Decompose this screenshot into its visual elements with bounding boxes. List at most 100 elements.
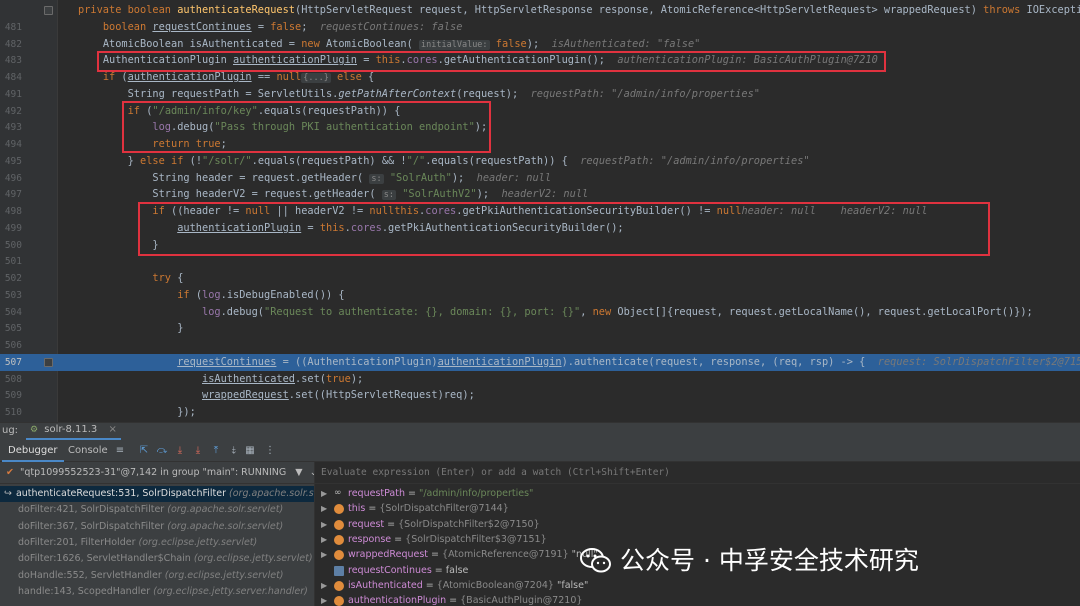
- code-line[interactable]: 509 wrappedRequest.set((HttpServletReque…: [0, 387, 1080, 404]
- code-token: authenticationPlugin: [233, 54, 357, 67]
- step-into-icon[interactable]: ⤓: [174, 445, 186, 457]
- line-number[interactable]: 504: [0, 304, 22, 321]
- step-out-icon[interactable]: ⤒: [210, 445, 222, 457]
- code-line[interactable]: 483 AuthenticationPlugin authenticationP…: [0, 52, 1080, 69]
- code-line[interactable]: 491 String requestPath = ServletUtils.ge…: [0, 86, 1080, 103]
- code-line[interactable]: 508 isAuthenticated.set(true);: [0, 371, 1080, 388]
- variable-name: isAuthenticated: [348, 579, 423, 591]
- variable-name: wrappedRequest: [348, 549, 429, 561]
- stack-frame[interactable]: doHandle:552, ServletHandler (org.eclips…: [0, 568, 314, 584]
- line-number[interactable]: 506: [0, 337, 22, 354]
- line-number[interactable]: 502: [0, 270, 22, 287]
- line-number[interactable]: 496: [0, 170, 22, 187]
- line-number[interactable]: 510: [0, 404, 22, 421]
- line-number[interactable]: 499: [0, 220, 22, 237]
- tab-debugger[interactable]: Debugger: [2, 440, 64, 462]
- chevron-right-icon[interactable]: ▶: [321, 578, 327, 593]
- code-token: ,: [580, 305, 593, 318]
- stack-frame[interactable]: doFilter:421, SolrDispatchFilter (org.ap…: [0, 502, 314, 518]
- line-number[interactable]: 483: [0, 52, 22, 69]
- frame-package: (org.apache.solr.servle: [229, 488, 314, 499]
- line-number[interactable]: 508: [0, 371, 22, 388]
- line-number[interactable]: 501: [0, 253, 22, 270]
- code-line[interactable]: 495 } else if (!"/solr/".equals(requestP…: [0, 153, 1080, 170]
- code-line[interactable]: 499 authenticationPlugin = this.cores.ge…: [0, 220, 1080, 237]
- line-number[interactable]: 481: [0, 19, 22, 36]
- stack-frame[interactable]: handle:143, ScopedHandler (org.eclipse.j…: [0, 584, 314, 600]
- chevron-right-icon[interactable]: ▶: [321, 532, 327, 547]
- code-line[interactable]: 492 if ("/admin/info/key".equals(request…: [0, 103, 1080, 120]
- code-line[interactable]: 494 return true;: [0, 136, 1080, 153]
- stack-frame[interactable]: doFilter:201, FilterHolder (org.eclipse.…: [0, 535, 314, 551]
- code-line[interactable]: 507 requestContinues = ((AuthenticationP…: [0, 353, 1080, 371]
- more-icon[interactable]: ⋮: [264, 445, 276, 457]
- variable-row[interactable]: ▶ ∞ requestPath = "/admin/info/properties": [315, 486, 1080, 501]
- code-line[interactable]: 504 log.debug("Request to authenticate: …: [0, 304, 1080, 321]
- line-number[interactable]: 505: [0, 320, 22, 337]
- line-number[interactable]: 482: [0, 36, 22, 53]
- code-line[interactable]: 500 }: [0, 237, 1080, 254]
- code-token: "SolrAuth": [383, 171, 452, 184]
- chevron-right-icon[interactable]: ▶: [321, 593, 327, 606]
- line-number[interactable]: 500: [0, 237, 22, 254]
- menu-icon[interactable]: ≡: [114, 445, 126, 457]
- line-number[interactable]: 507: [0, 354, 22, 371]
- code-line[interactable]: private boolean authenticateRequest(Http…: [0, 2, 1080, 19]
- chevron-right-icon[interactable]: ▶: [321, 517, 327, 532]
- session-tab[interactable]: ⚙ solr-8.11.3 ×: [26, 424, 121, 440]
- code-line[interactable]: 506: [0, 337, 1080, 354]
- code-editor[interactable]: private boolean authenticateRequest(Http…: [0, 0, 1080, 422]
- line-number[interactable]: 491: [0, 86, 22, 103]
- code-line[interactable]: 482 AtomicBoolean isAuthenticated = new …: [0, 36, 1080, 53]
- variable-name: response: [348, 533, 392, 545]
- line-number[interactable]: 495: [0, 153, 22, 170]
- evaluate-expression-input[interactable]: Evaluate expression (Enter) or add a wat…: [315, 462, 1080, 484]
- code-token: .set(: [295, 372, 326, 385]
- line-number[interactable]: 493: [0, 119, 22, 136]
- tab-console[interactable]: Console: [62, 440, 114, 462]
- variable-row[interactable]: ▶ authenticationPlugin = {BasicAuthPlugin…: [315, 593, 1080, 606]
- code-line[interactable]: 481 boolean requestContinues = false; re…: [0, 19, 1080, 36]
- code-token: null: [716, 205, 742, 217]
- line-number[interactable]: 494: [0, 136, 22, 153]
- line-number[interactable]: 509: [0, 387, 22, 404]
- code-line[interactable]: 502 try {: [0, 270, 1080, 287]
- code-line[interactable]: 493 log.debug("Pass through PKI authenti…: [0, 119, 1080, 136]
- line-number[interactable]: 492: [0, 103, 22, 120]
- line-number[interactable]: 498: [0, 203, 22, 220]
- code-text: boolean requestContinues = false; reques…: [78, 19, 463, 36]
- chevron-right-icon[interactable]: ▶: [321, 547, 327, 562]
- show-execution-point-icon[interactable]: ⇱: [138, 445, 150, 457]
- variable-row[interactable]: ▶ request = {SolrDispatchFilter$2@7150}: [315, 517, 1080, 532]
- line-number[interactable]: 497: [0, 186, 22, 203]
- code-line[interactable]: 496 String header = request.getHeader( s…: [0, 170, 1080, 187]
- code-line[interactable]: 505 }: [0, 320, 1080, 337]
- code-line[interactable]: 498 if ((header != null || headerV2 != n…: [0, 203, 1080, 220]
- code-token: wrappedRequest: [202, 389, 289, 402]
- chevron-right-icon[interactable]: ▶: [321, 486, 327, 501]
- code-line[interactable]: 510 });: [0, 404, 1080, 421]
- variable-row[interactable]: ▶ this = {SolrDispatchFilter@7144}: [315, 501, 1080, 516]
- code-token: "SolrAuthV2": [396, 188, 477, 201]
- force-step-into-icon[interactable]: ⤓: [192, 445, 204, 457]
- variable-type: {BasicAuthPlugin@7210}: [460, 595, 583, 606]
- filter-icon[interactable]: ▼: [295, 467, 302, 478]
- variable-name: requestContinues: [348, 564, 432, 576]
- execution-point-icon[interactable]: [44, 357, 53, 367]
- close-icon[interactable]: ×: [108, 424, 116, 435]
- thread-selector[interactable]: ✔ "qtp1099552523-31"@7,142 in group "mai…: [0, 462, 314, 484]
- stack-frame[interactable]: doFilter:1626, ServletHandler$Chain (org…: [0, 551, 314, 567]
- code-line[interactable]: 484 if (authenticationPlugin == null {...…: [0, 69, 1080, 86]
- stack-frame[interactable]: doFilter:367, SolrDispatchFilter (org.ap…: [0, 519, 314, 535]
- code-line[interactable]: 497 String headerV2 = request.getHeader(…: [0, 186, 1080, 203]
- method-marker-icon[interactable]: [44, 6, 53, 15]
- chevron-right-icon[interactable]: ▶: [321, 501, 327, 516]
- drop-frame-icon[interactable]: ⤈: [228, 445, 240, 457]
- line-number[interactable]: 484: [0, 69, 22, 86]
- stack-frame[interactable]: ↪ authenticateRequest:531, SolrDispatchFi…: [0, 486, 314, 502]
- step-over-icon[interactable]: ⤼: [156, 445, 168, 457]
- code-line[interactable]: 503 if (log.isDebugEnabled()) {: [0, 287, 1080, 304]
- evaluate-icon[interactable]: ▦: [244, 445, 256, 457]
- code-line[interactable]: 501: [0, 253, 1080, 270]
- line-number[interactable]: 503: [0, 287, 22, 304]
